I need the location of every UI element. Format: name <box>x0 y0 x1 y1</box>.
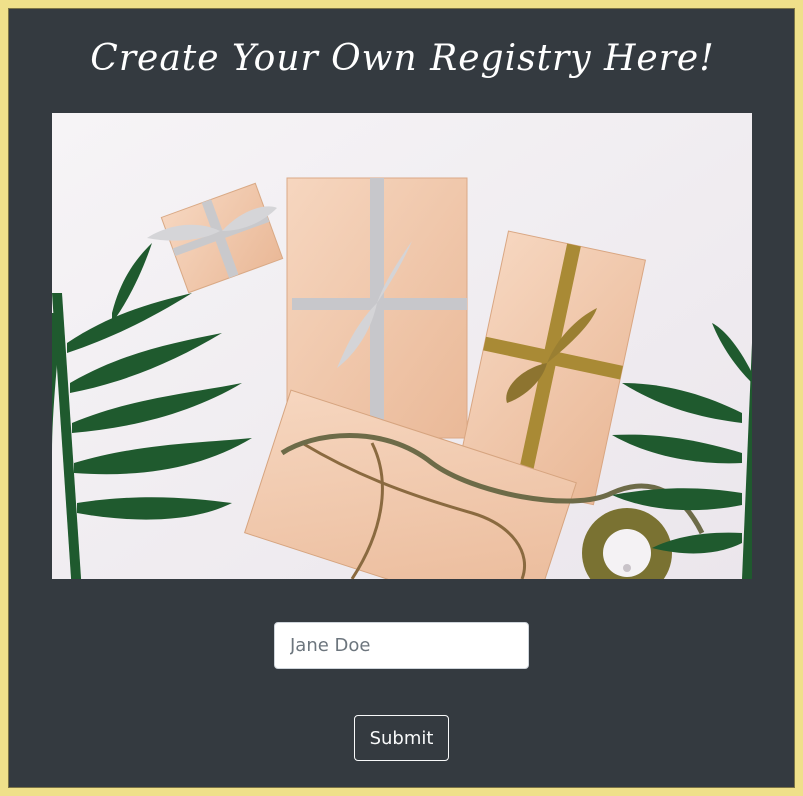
name-input[interactable] <box>274 622 529 669</box>
page-title: Create Your Own Registry Here! <box>90 38 715 79</box>
page-frame: Create Your Own Registry Here! Jane Doe … <box>0 0 803 796</box>
registry-panel: Create Your Own Registry Here! Jane Doe … <box>8 8 795 788</box>
submit-button[interactable]: Submit <box>354 715 449 761</box>
gift-boxes-image <box>52 113 752 579</box>
